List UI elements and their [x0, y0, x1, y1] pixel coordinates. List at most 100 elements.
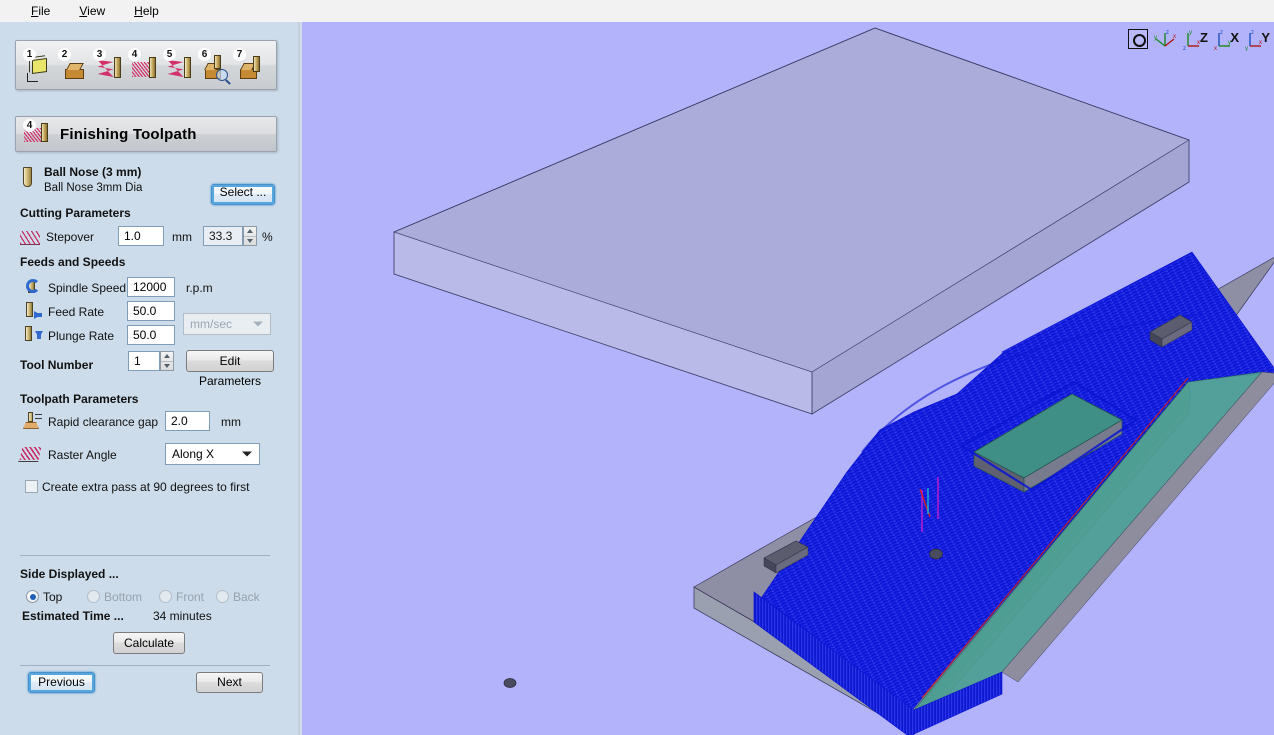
menu-view-accel: V: [79, 4, 88, 18]
cutting-parameters-title: Cutting Parameters: [20, 206, 131, 220]
stepover-percent-input[interactable]: 33.3: [203, 226, 243, 246]
spindle-speed-unit: r.p.m: [186, 281, 213, 295]
chevron-down-icon: [253, 321, 263, 327]
iso-view-button[interactable]: z y x: [1153, 27, 1177, 51]
toolpath-panel: 1 2 3 4 5 6 7 4 Finishing Toolpath Ball …: [0, 22, 300, 735]
estimated-time-value: 34 minutes: [153, 609, 212, 623]
stepover-percent-up[interactable]: [244, 227, 256, 237]
tool-number-label: Tool Number: [20, 358, 94, 372]
stepover-percent-stepper[interactable]: [243, 226, 257, 246]
y-view-button[interactable]: z y x Y: [1242, 27, 1270, 51]
header-finishing-icon: 4: [23, 119, 50, 148]
svg-text:y: y: [1189, 30, 1192, 36]
svg-text:z: z: [1220, 30, 1223, 36]
toolbar-badge-6: 6: [198, 48, 211, 61]
toolbar-badge-2: 2: [58, 48, 71, 61]
tool-number-stepper[interactable]: [160, 351, 174, 371]
stepover-unit: mm: [172, 230, 192, 244]
fit-view-button[interactable]: [1126, 27, 1150, 51]
rapid-clearance-input[interactable]: 2.0: [165, 411, 210, 431]
tool-number-down[interactable]: [161, 362, 173, 371]
stepover-percent-down[interactable]: [244, 237, 256, 246]
tool-name: Ball Nose (3 mm): [44, 165, 142, 179]
menu-help[interactable]: Help: [131, 3, 162, 19]
fit-view-icon: [1128, 29, 1148, 49]
svg-text:z: z: [1251, 30, 1254, 36]
x-view-button[interactable]: z x y X: [1211, 27, 1239, 51]
stepover-label: Stepover: [46, 230, 95, 244]
stepover-icon: [20, 228, 40, 246]
feeds-speeds-title: Feeds and Speeds: [20, 255, 126, 269]
page-title: Finishing Toolpath: [60, 125, 197, 143]
tool-number-input[interactable]: 1: [128, 351, 160, 371]
spindle-speed-input[interactable]: 12000: [127, 277, 175, 297]
feed-rate-input[interactable]: 50.0: [127, 301, 175, 321]
toolbar-button-profile-toolpath[interactable]: 5: [162, 46, 197, 84]
select-tool-button[interactable]: Select ...: [211, 184, 275, 205]
menu-bar: File View Help: [0, 0, 1274, 22]
rate-units-value: mm/sec: [190, 317, 232, 331]
y-view-letter: Y: [1261, 30, 1270, 45]
raster-angle-icon: [19, 446, 42, 464]
svg-text:y: y: [1154, 35, 1157, 41]
percent-unit: %: [262, 230, 273, 244]
calculate-button[interactable]: Calculate: [113, 632, 185, 654]
feed-rate-label: Feed Rate: [48, 305, 105, 319]
spindle-speed-icon: [24, 278, 42, 296]
toolbar-badge-5: 5: [163, 48, 176, 61]
toolbar-badge-7: 7: [233, 48, 246, 61]
edit-parameters-button[interactable]: Edit Parameters: [186, 350, 274, 388]
toolpath-3d-model: [393, 27, 1274, 735]
estimated-time-label: Estimated Time ...: [22, 609, 124, 623]
plunge-rate-input[interactable]: 50.0: [127, 325, 175, 345]
iso-axes-icon: z y x: [1154, 30, 1176, 47]
rapid-clearance-unit: mm: [221, 415, 241, 429]
workflow-toolbar: 1 2 3 4 5 6 7: [15, 40, 277, 90]
3d-viewport[interactable]: z y x y z x Z z x y X z y x Y: [302, 22, 1274, 735]
tool-description: Ball Nose 3mm Dia: [44, 182, 143, 194]
next-button[interactable]: Next: [196, 672, 263, 693]
radio-side-bottom[interactable]: [87, 590, 100, 603]
view-orientation-toolbar: z y x y z x Z z x y X z y x Y: [1126, 24, 1270, 54]
radio-side-front[interactable]: [159, 590, 172, 603]
header-badge: 4: [23, 119, 36, 132]
radio-side-bottom-label: Bottom: [104, 590, 143, 604]
raster-angle-select[interactable]: Along X: [165, 443, 260, 465]
radio-side-back[interactable]: [216, 590, 229, 603]
radio-side-front-label: Front: [176, 590, 205, 604]
toolbar-button-preview-toolpath[interactable]: 6: [197, 46, 232, 84]
plunge-rate-icon: [24, 326, 43, 344]
radio-side-top[interactable]: [26, 590, 39, 603]
spindle-speed-label: Spindle Speed: [48, 281, 127, 295]
extra-pass-checkbox[interactable]: [25, 480, 38, 493]
ball-nose-bit-icon: [23, 167, 32, 187]
side-displayed-title: Side Displayed ...: [20, 567, 119, 581]
rate-units-select[interactable]: mm/sec: [183, 313, 271, 335]
toolbar-button-model-block[interactable]: 2: [57, 46, 92, 84]
z-view-button[interactable]: y z x Z: [1180, 27, 1208, 51]
svg-text:x: x: [1214, 46, 1217, 51]
extra-pass-label: Create extra pass at 90 degrees to first: [42, 480, 250, 494]
panel-divider-2: [20, 665, 270, 666]
tool-number-up[interactable]: [161, 352, 173, 362]
toolbar-button-save-toolpath[interactable]: 7: [232, 46, 267, 84]
menu-file[interactable]: File: [28, 3, 53, 19]
toolbar-button-roughing-toolpath[interactable]: 3: [92, 46, 127, 84]
stepover-input[interactable]: 1.0: [118, 226, 164, 246]
svg-text:z: z: [1183, 46, 1186, 51]
toolbar-button-finishing-toolpath[interactable]: 4: [127, 46, 162, 84]
toolpath-header: 4 Finishing Toolpath: [15, 116, 277, 152]
menu-file-label: ile: [38, 4, 51, 18]
svg-text:z: z: [1166, 30, 1169, 36]
previous-button[interactable]: Previous: [28, 672, 95, 693]
z-view-letter: Z: [1200, 30, 1208, 45]
radio-side-back-label: Back: [233, 590, 260, 604]
rapid-clearance-label: Rapid clearance gap: [48, 415, 159, 429]
panel-divider-1: [20, 555, 270, 556]
svg-text:y: y: [1245, 46, 1248, 51]
menu-view-label: iew: [87, 4, 106, 18]
toolpath-parameters-title: Toolpath Parameters: [20, 392, 139, 406]
menu-view[interactable]: View: [76, 3, 108, 19]
toolbar-badge-1: 1: [23, 48, 36, 61]
toolbar-button-material-setup[interactable]: 1: [22, 46, 57, 84]
